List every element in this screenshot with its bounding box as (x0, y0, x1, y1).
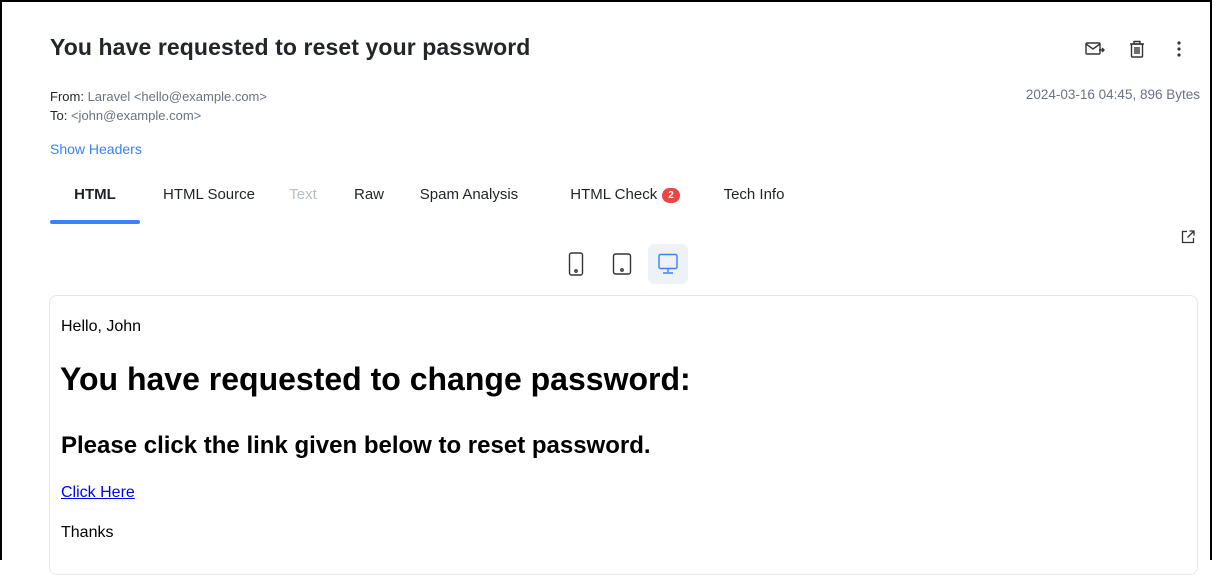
message-actions (1084, 38, 1190, 60)
tab-label: HTML Check (570, 186, 658, 203)
tab-label: Text (289, 186, 317, 203)
email-meta: From: Laravel <hello@example.com> To: <j… (50, 87, 267, 125)
device-switcher (556, 244, 688, 284)
tab-text: Text (280, 184, 326, 224)
tab-label: Spam Analysis (419, 186, 519, 203)
email-heading: You have requested to change password: (60, 361, 691, 397)
tab-html-source[interactable]: HTML Source (150, 184, 268, 224)
phone-icon (568, 252, 584, 276)
active-tab-indicator (50, 220, 140, 224)
reset-password-link[interactable]: Click Here (61, 484, 135, 502)
tab-tech-info[interactable]: Tech Info (718, 184, 790, 224)
email-subheading: Please click the link given below to res… (61, 432, 651, 459)
email-signoff: Thanks (61, 524, 114, 541)
tablet-view-button[interactable] (602, 244, 642, 284)
email-preview: Hello, John You have requested to change… (49, 295, 1198, 575)
from-line: From: Laravel <hello@example.com> (50, 87, 267, 106)
desktop-view-button[interactable] (648, 244, 688, 284)
from-label: From: (50, 89, 84, 104)
view-tabs: HTML HTML Source Text Raw Spam Analysis … (50, 184, 790, 224)
to-value: <john@example.com> (70, 108, 202, 123)
desktop-icon (658, 253, 678, 274)
to-line: To: <john@example.com> (50, 106, 267, 125)
tab-html-check[interactable]: HTML Check 2 (560, 184, 690, 224)
tab-raw[interactable]: Raw (351, 184, 387, 224)
tab-label: Raw (353, 186, 384, 203)
to-label: To: (50, 108, 68, 123)
forward-mail-icon[interactable] (1084, 38, 1106, 60)
date-size: 2024-03-16 04:45, 896 Bytes (1025, 87, 1200, 102)
email-subject: You have requested to reset your passwor… (50, 34, 531, 60)
more-vertical-icon[interactable] (1168, 38, 1190, 60)
html-check-badge: 2 (662, 188, 680, 203)
tab-html[interactable]: HTML (50, 184, 140, 224)
tab-label: Tech Info (723, 186, 785, 203)
from-value: Laravel <hello@example.com> (87, 89, 267, 104)
tab-spam-analysis[interactable]: Spam Analysis (414, 184, 524, 224)
open-external-icon[interactable] (1180, 229, 1196, 250)
tab-label: HTML Source (163, 186, 255, 203)
phone-view-button[interactable] (556, 244, 596, 284)
tab-label: HTML (74, 186, 116, 203)
show-headers-link[interactable]: Show Headers (50, 141, 142, 157)
trash-icon[interactable] (1126, 38, 1148, 60)
tablet-icon (612, 253, 632, 275)
email-greeting: Hello, John (61, 318, 142, 335)
